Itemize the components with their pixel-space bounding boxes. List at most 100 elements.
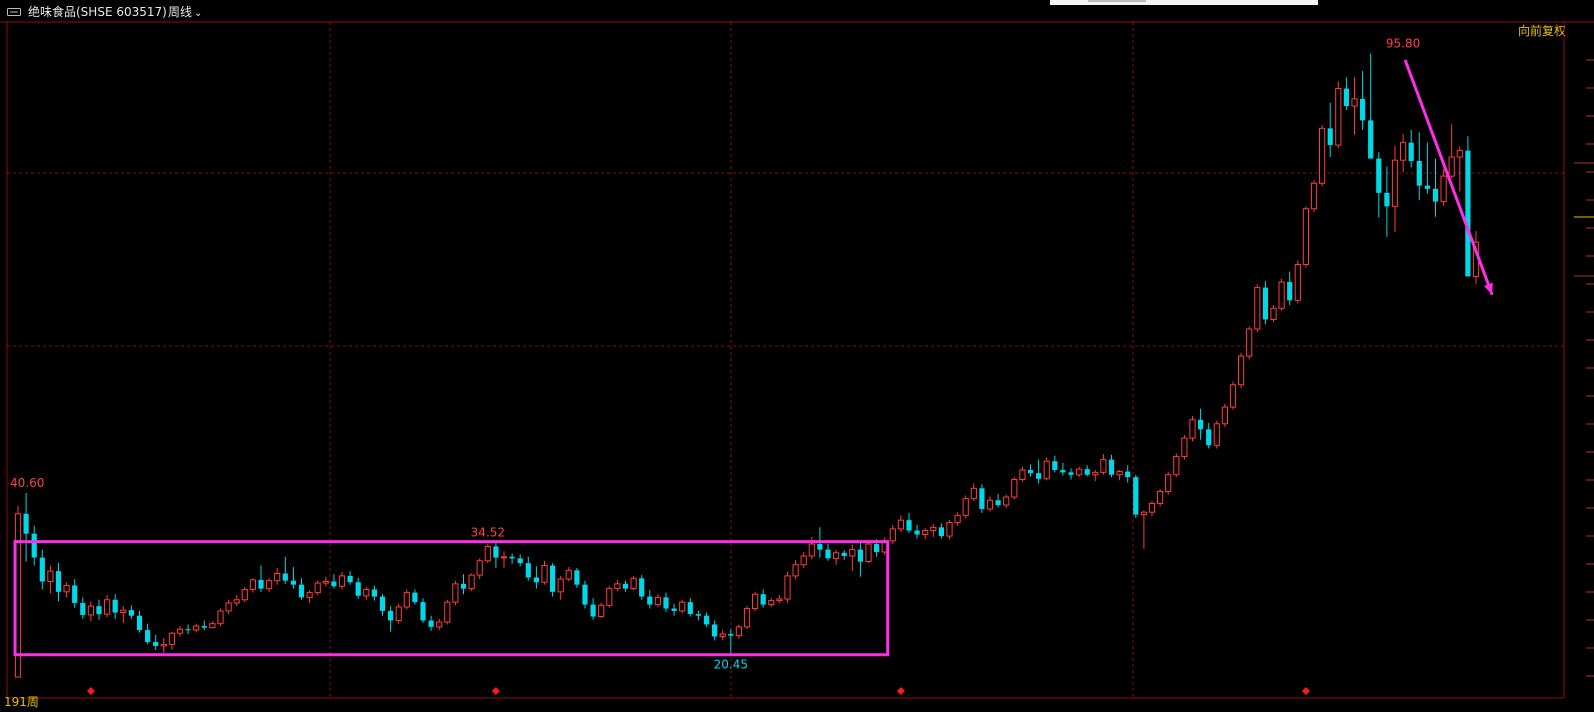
candle-body-up [1238,355,1245,386]
candle-body-down [639,578,645,597]
candle [274,567,281,585]
candle-body-up [1310,182,1318,210]
candle [1368,53,1374,159]
candle [168,631,176,650]
candle [954,512,961,526]
candle [322,576,329,587]
candle [23,493,29,562]
candle [533,566,539,589]
candle-body-down [1424,185,1430,189]
candle [1092,469,1099,482]
candle [241,587,248,603]
candle [1052,455,1058,473]
candle-body-down [647,596,653,605]
candle [1133,474,1139,518]
candle-body-up [849,549,856,557]
candle-body-down [282,573,288,581]
candle [484,544,491,564]
candle [1003,494,1010,509]
candle [347,571,353,585]
candle [1343,77,1349,111]
candle [1229,381,1237,410]
candle [784,571,791,603]
candle-body-up [800,555,807,566]
candle-body-down [331,581,337,587]
candle-body-up [241,588,248,601]
candle-body-up [266,580,273,590]
candle-body-down [687,602,693,615]
candle [654,594,661,607]
diamond-marker-icon [896,687,905,695]
candle [160,638,167,654]
candle [889,524,896,545]
candle [493,541,499,568]
candle-body-down [1262,287,1268,320]
candle-body-up [1246,328,1253,357]
candle-body-up [395,606,402,621]
candle-body-up [1278,281,1285,309]
candle-body-up [1165,474,1172,492]
candle-body-down [96,606,102,615]
candle [865,540,872,564]
candle-body-down [201,626,207,628]
price-labels-layer: 95.80 40.60 34.52 20.45 [10,36,1420,671]
candle [752,591,759,611]
candle-body-down [995,500,1001,506]
candle-body-up [225,602,232,612]
candle-body-up [565,569,572,580]
candle-body-down [1408,142,1414,161]
candle [209,621,216,629]
candle [258,565,264,592]
candle-body-up [808,543,815,557]
candle [314,580,321,596]
candle-body-up [1100,459,1107,473]
candle [63,582,70,598]
early-high-label: 40.60 [10,476,44,490]
candle-body-up [338,575,346,587]
candle-body-up [735,626,742,637]
candle [1319,125,1326,187]
candle-body-up [541,565,548,583]
candle-body-down [428,620,434,627]
candle [995,493,1001,508]
candle-body-up [217,610,224,625]
candle-body-down [371,589,377,597]
candlestick-chart[interactable]: 95.80 40.60 34.52 20.45 [0,0,1594,712]
candle [914,524,920,539]
candle [225,599,232,615]
candle-body-up [1003,496,1010,506]
candle [841,550,847,560]
candle-body-up [768,600,775,606]
candle [509,553,515,564]
candle-body-down [379,596,386,611]
candle-body-down [493,546,499,558]
candle-body-down [695,614,701,616]
candle-body-down [136,615,143,631]
candle-body-up [654,596,661,606]
candle-body-up [274,573,281,582]
candle [1165,471,1172,495]
candle-body-up [1076,468,1083,476]
candle-body-up [606,588,613,606]
candle-body-up [970,487,977,500]
candle [1456,146,1463,192]
candle-body-down [574,570,580,585]
candle-body-down [1368,120,1374,159]
candle [176,626,184,637]
candle [938,523,944,539]
candle [1270,305,1277,322]
candle-body-up [1019,469,1026,481]
candle [112,594,118,619]
candle [776,595,783,603]
candle-body-up [160,643,167,647]
candle-body-down [80,602,86,615]
candle [1238,352,1245,388]
candle-body-up [1302,208,1310,266]
candle-body-up [743,608,751,628]
candle-body-up [557,578,564,593]
candle-body-up [614,583,621,590]
candle [371,585,377,601]
candle-body-up [954,514,961,524]
candle-body-up [63,584,70,593]
candle-body-down [1052,461,1058,470]
